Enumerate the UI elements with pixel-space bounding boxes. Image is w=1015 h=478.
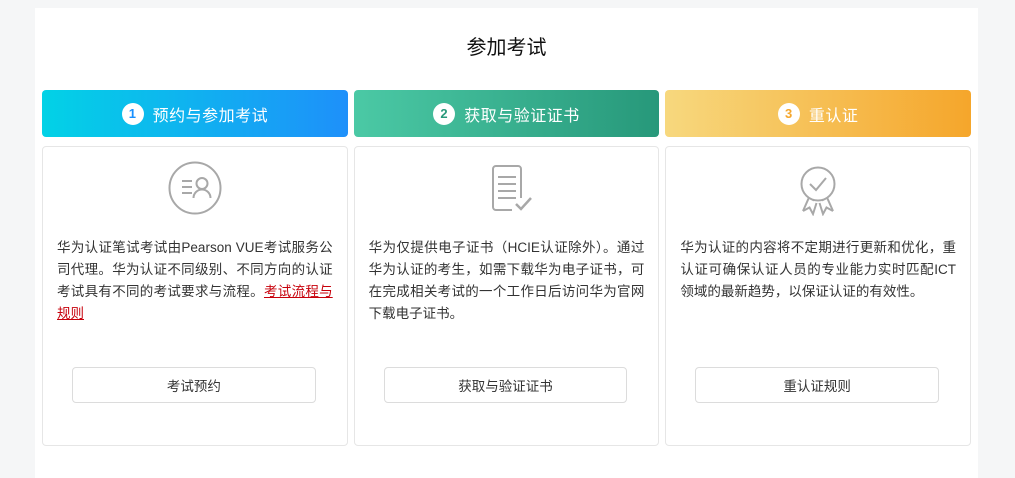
recertification-rules-button[interactable]: 重认证规则 [695,367,940,403]
step-description: 华为认证的内容将不定期进行更新和优化，重认证可确保认证人员的专业能力实时匹配IC… [680,237,956,303]
description-text: 华为仅提供电子证书（HCIE认证除外）。通过华为认证的考生，如需下载华为电子证书… [368,240,645,321]
step-header-recertification: 3 重认证 [665,90,972,137]
step-description: 华为认证笔试考试由Pearson VUE考试服务公司代理。华为认证不同级别、不同… [57,237,333,325]
step-header-label: 获取与验证证书 [464,107,580,125]
content-panel: 参加考试 1 预约与参加考试 华为认证笔试考试由Pearson VUE考试服务公… [35,8,978,478]
step-header-label: 预约与参加考试 [152,107,269,125]
get-certificate-button[interactable]: 获取与验证证书 [383,367,628,403]
step-header-label: 重认证 [808,107,859,125]
steps-container: 1 预约与参加考试 华为认证笔试考试由Pearson VUE考试服务公司代理。华… [35,90,978,446]
step-number-badge: 3 [777,102,800,125]
exam-booking-button[interactable]: 考试预约 [72,367,316,403]
step-card-exam-booking: 华为认证笔试考试由Pearson VUE考试服务公司代理。华为认证不同级别、不同… [42,146,348,446]
step-header-exam-booking: 1 预约与参加考试 [42,90,348,137]
step-number-badge: 1 [121,102,144,125]
step-column-get-certificate: 2 获取与验证证书 华为仅提供电子证书（HCIE认证除外）。通过华为认证的考生，… [353,90,660,446]
step-column-recertification: 3 重认证 华为认证的内容将不定期进行更新和优化，重认证可确保认证人员的专业能力… [665,90,972,446]
step-number-badge: 2 [433,102,456,125]
profile-list-circle-icon [43,160,347,216]
step-card-get-certificate: 华为仅提供电子证书（HCIE认证除外）。通过华为认证的考生，如需下载华为电子证书… [353,146,660,446]
page-title: 参加考试 [466,37,547,59]
description-text: 华为认证的内容将不定期进行更新和优化，重认证可确保认证人员的专业能力实时匹配IC… [680,240,957,299]
medal-check-icon [666,160,970,216]
document-check-icon [355,160,659,216]
step-card-recertification: 华为认证的内容将不定期进行更新和优化，重认证可确保认证人员的专业能力实时匹配IC… [665,146,972,446]
step-column-exam-booking: 1 预约与参加考试 华为认证笔试考试由Pearson VUE考试服务公司代理。华… [42,90,348,446]
step-description: 华为仅提供电子证书（HCIE认证除外）。通过华为认证的考生，如需下载华为电子证书… [369,237,645,325]
step-header-get-certificate: 2 获取与验证证书 [353,90,660,137]
